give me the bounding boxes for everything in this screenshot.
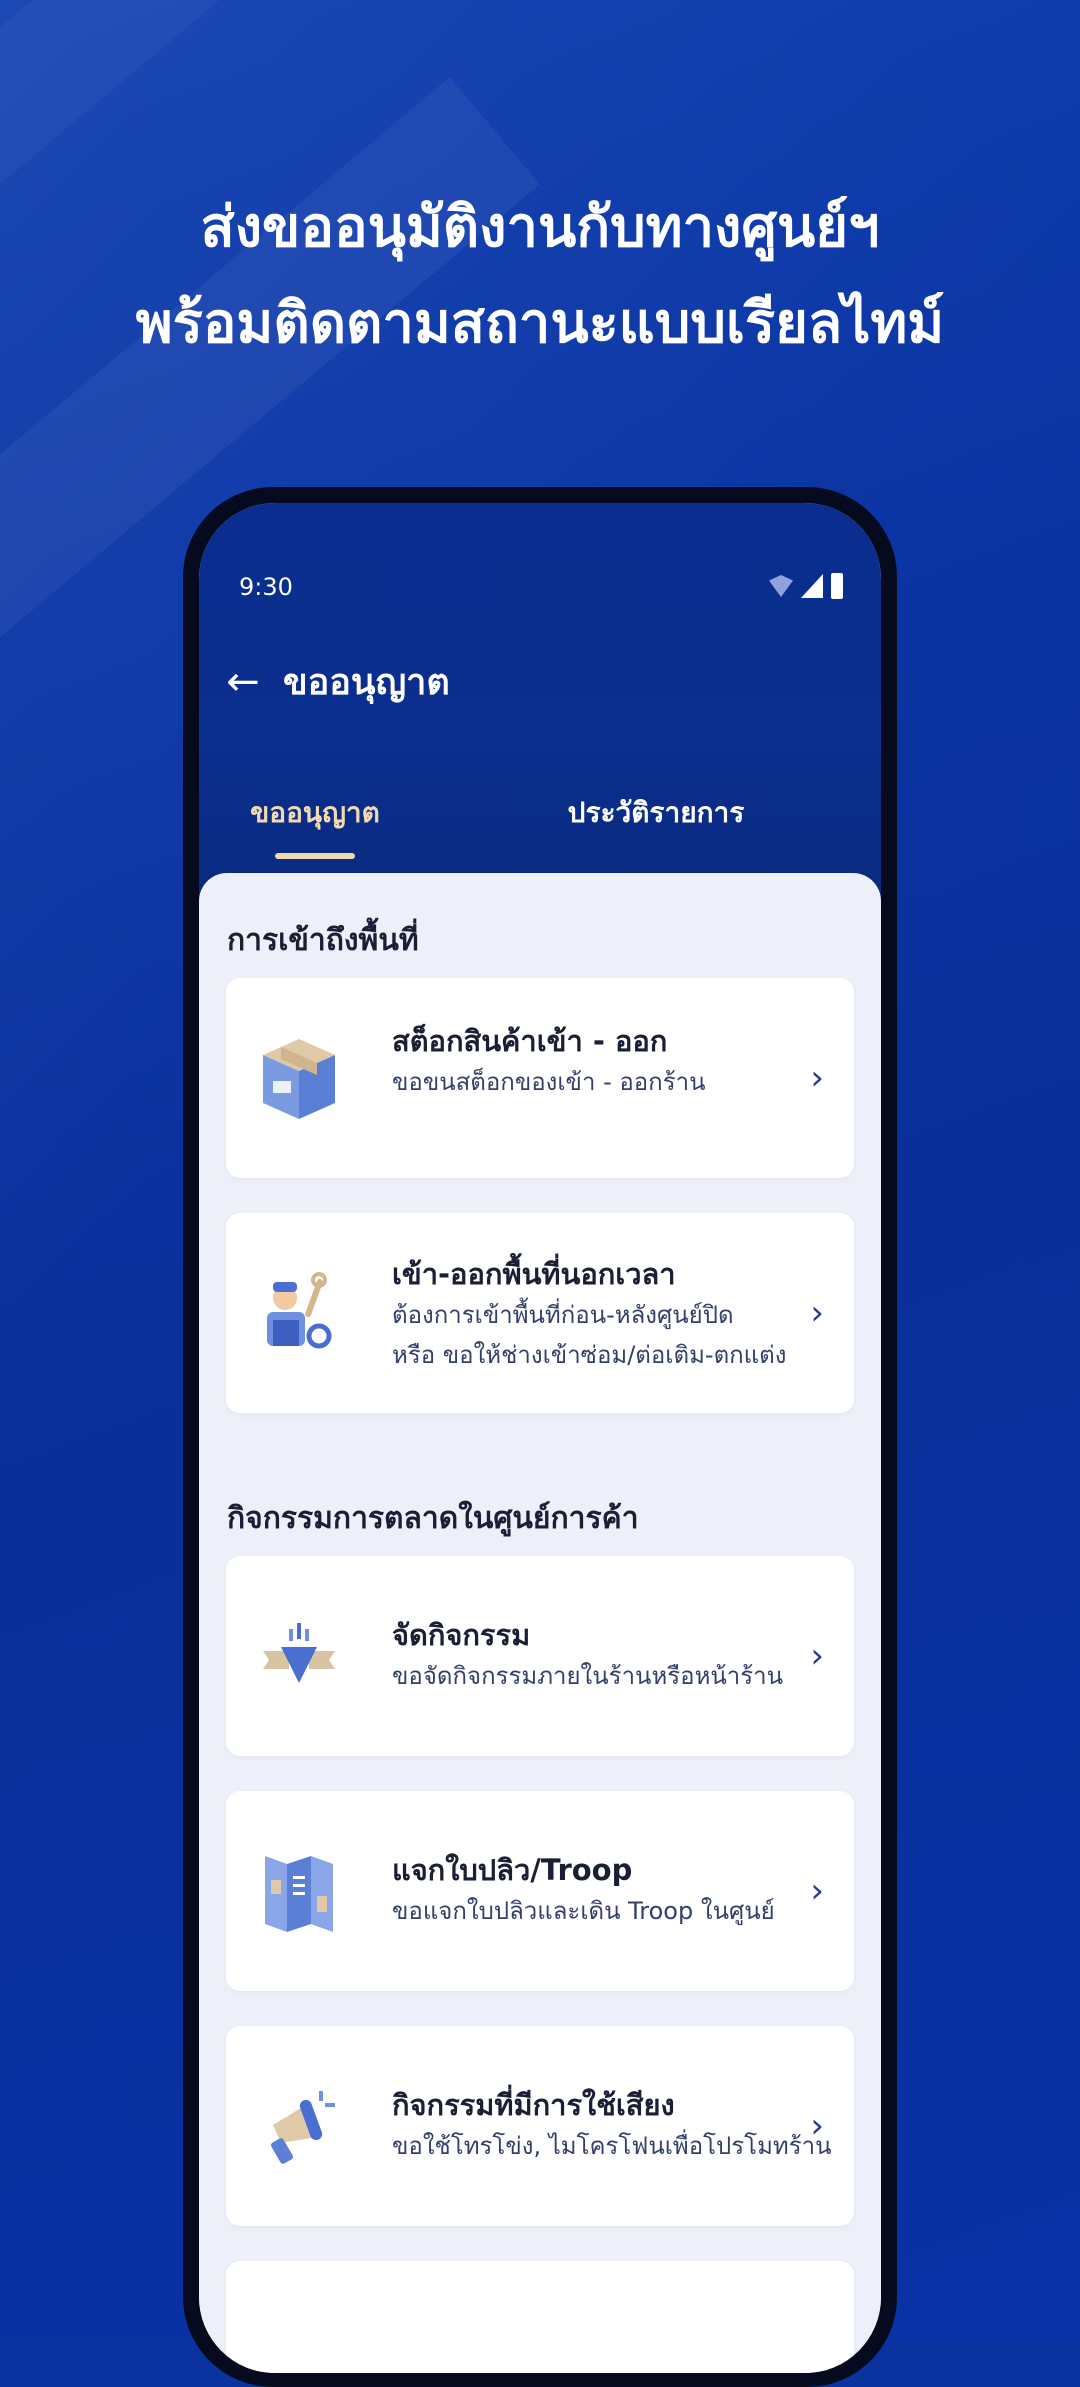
list-item-partial[interactable] <box>226 2261 854 2373</box>
tab-history[interactable]: ประวัติรายการ <box>431 773 881 853</box>
page-title: ขออนุญาต <box>283 662 450 703</box>
battery-icon <box>831 573 843 599</box>
list-item-flyer[interactable]: แจกใบปลิว/Troop ขอแจกใบปลิวและเดิน Troop… <box>226 1791 854 1991</box>
headline-line-2: พร้อมติดตามสถานะแบบเรียลไทม์ <box>135 291 945 356</box>
promo-headline: ส่งขออนุมัติงานกับทางศูนย์ฯ พร้อมติดตามส… <box>0 180 1080 372</box>
section-title-marketing: กิจกรรมการตลาดในศูนย์การค้า <box>227 1501 639 1536</box>
box-icon <box>254 1028 344 1128</box>
phone-screen: 9:30 ← ขออนุญาต ขออนุญาต ประวัติรายการ ก… <box>199 503 881 2373</box>
card-description: ขอแจกใบปลิวและเดิน Troop ในศูนย์ <box>392 1897 775 1925</box>
tab-request[interactable]: ขออนุญาต <box>199 773 431 853</box>
card-title: สต็อกสินค้าเข้า - ออก <box>392 1024 668 1058</box>
chevron-right-icon: › <box>810 2106 824 2146</box>
brochure-icon <box>254 1841 344 1941</box>
card-title: เข้า-ออกพื้นที่นอกเวลา <box>392 1257 676 1291</box>
section-title-access: การเข้าถึงพื้นที่ <box>227 923 419 958</box>
megaphone-icon <box>254 2076 344 2176</box>
tab-bar: ขออนุญาต ประวัติรายการ <box>199 773 881 863</box>
tab-label: ประวัติรายการ <box>567 796 745 829</box>
card-title: กิจกรรมที่มีการใช้เสียง <box>392 2088 675 2122</box>
list-item-event[interactable]: จัดกิจกรรม ขอจัดกิจกรรมภายในร้านหรือหน้า… <box>226 1556 854 1756</box>
event-icon <box>254 1606 344 1706</box>
card-title: จัดกิจกรรม <box>392 1618 531 1652</box>
chevron-right-icon: › <box>810 1871 824 1911</box>
chevron-right-icon: › <box>810 1058 824 1098</box>
app-bar: ← ขออนุญาต <box>223 653 450 710</box>
list-item-after-hours[interactable]: เข้า-ออกพื้นที่นอกเวลา ต้องการเข้าพื้นที… <box>226 1213 854 1413</box>
card-description-line-2: หรือ ขอให้ช่างเข้าซ่อม/ต่อเติม-ตกแต่ง <box>392 1341 787 1369</box>
content-panel: การเข้าถึงพื้นที่ สต็อกสินค้าเข้า - ออก … <box>199 873 881 2373</box>
tab-label: ขออนุญาต <box>250 796 380 829</box>
list-item-stock[interactable]: สต็อกสินค้าเข้า - ออก ขอขนสต็อกของเข้า -… <box>226 978 854 1178</box>
headline-line-1: ส่งขออนุมัติงานกับทางศูนย์ฯ <box>200 195 880 260</box>
card-title: แจกใบปลิว/Troop <box>392 1853 633 1887</box>
card-description-line-1: ต้องการเข้าพื้นที่ก่อน-หลังศูนย์ปิด <box>392 1301 734 1329</box>
status-time: 9:30 <box>239 573 293 601</box>
list-item-sound[interactable]: กิจกรรมที่มีการใช้เสียง ขอใช้โทรโข่ง, ไม… <box>226 2026 854 2226</box>
phone-frame: 9:30 ← ขออนุญาต ขออนุญาต ประวัติรายการ ก… <box>183 487 897 2387</box>
status-icons <box>769 573 843 599</box>
chevron-right-icon: › <box>810 1636 824 1676</box>
signal-icon <box>801 574 823 598</box>
app-header: 9:30 ← ขออนุญาต ขออนุญาต ประวัติรายการ <box>199 503 881 903</box>
wifi-icon <box>769 575 793 597</box>
card-description: ขอจัดกิจกรรมภายในร้านหรือหน้าร้าน <box>392 1662 784 1690</box>
arrow-left-icon[interactable]: ← <box>223 662 263 702</box>
tab-active-indicator <box>275 853 355 859</box>
technician-icon <box>254 1263 344 1363</box>
chevron-right-icon: › <box>810 1293 824 1333</box>
card-description: ขอขนสต็อกของเข้า - ออกร้าน <box>392 1068 706 1096</box>
card-description: ขอใช้โทรโข่ง, ไมโครโฟนเพื่อโปรโมทร้าน <box>392 2132 832 2160</box>
